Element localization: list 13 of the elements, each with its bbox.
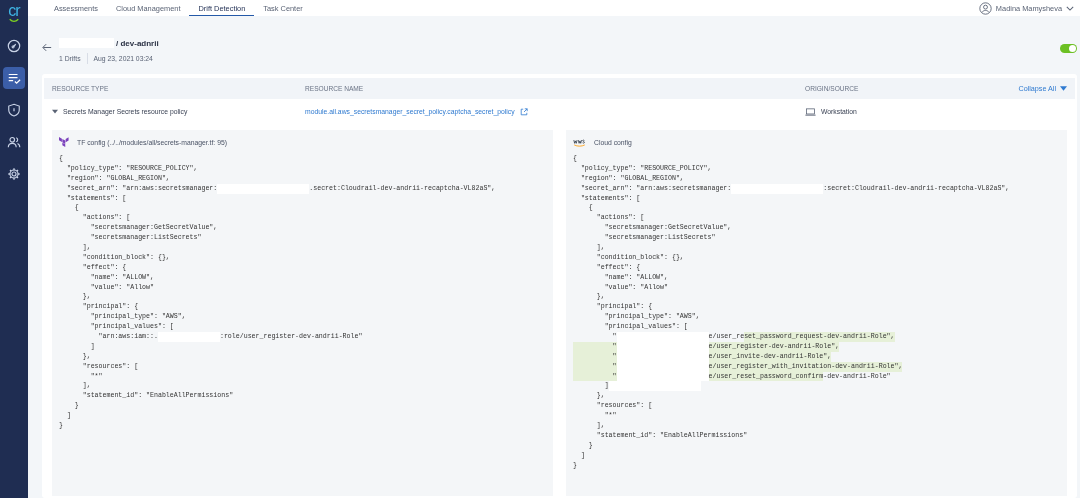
toggle-switch[interactable] bbox=[1060, 44, 1077, 53]
aws-logo-icon bbox=[573, 137, 586, 147]
page-title: / dev-adnrii bbox=[116, 38, 159, 48]
user-avatar-icon bbox=[978, 1, 992, 15]
expand-caret-icon[interactable] bbox=[52, 109, 58, 114]
checklist-icon[interactable] bbox=[3, 67, 25, 89]
laptop-icon bbox=[805, 107, 816, 116]
caret-down-icon bbox=[1060, 86, 1067, 91]
back-arrow-icon[interactable] bbox=[42, 43, 52, 52]
logo[interactable]: cr bbox=[8, 3, 20, 25]
terraform-logo-icon bbox=[59, 137, 69, 147]
chevron-down-icon[interactable] bbox=[1066, 5, 1074, 11]
external-link-icon[interactable] bbox=[519, 107, 528, 116]
